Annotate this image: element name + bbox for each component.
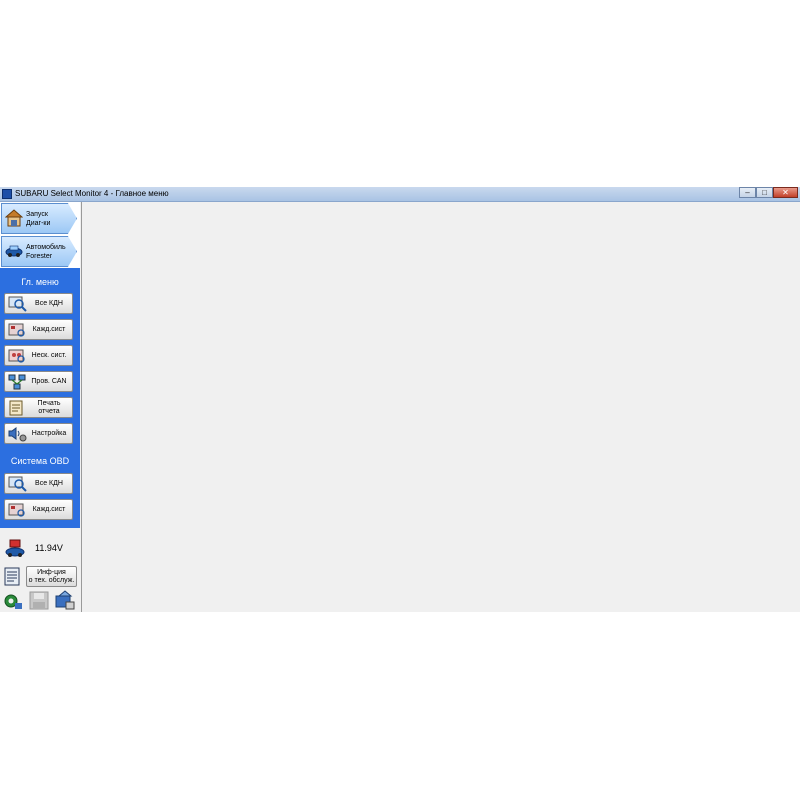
app-window: SUBARU Select Monitor 4 - Главное меню –… <box>0 187 800 612</box>
window-controls: – □ ✕ <box>739 187 798 199</box>
print-report-label: Печать отчета <box>37 399 61 415</box>
print-report-button[interactable]: Печать отчета <box>4 397 73 418</box>
maximize-button[interactable]: □ <box>756 187 773 198</box>
gear-tool-icon[interactable] <box>2 590 24 611</box>
sidebar-top-area: Запуск Диаг-ки Автомобиль Forester <box>0 202 80 268</box>
ecu-tool-icon[interactable] <box>54 590 76 611</box>
service-document-icon[interactable] <box>3 566 23 587</box>
dtc-search-icon <box>8 296 27 312</box>
car-battery-icon <box>5 539 25 557</box>
obd-each-system-label: Кажд.сист <box>32 505 66 513</box>
multi-system-label: Неск. сист. <box>31 351 67 359</box>
start-diagnostics-button[interactable]: Запуск Диаг-ки <box>1 203 77 234</box>
main-content-area <box>81 202 800 612</box>
each-system-label: Кажд.сист <box>32 325 66 333</box>
minimize-button[interactable]: – <box>739 187 756 198</box>
save-icon[interactable] <box>28 590 50 611</box>
multi-system-icon <box>8 349 25 363</box>
multi-system-button[interactable]: Неск. сист. <box>4 345 73 366</box>
sidebar: Запуск Диаг-ки Автомобиль Forester Гл. м… <box>0 202 80 612</box>
can-check-label: Пров. CAN <box>31 377 67 385</box>
obd-all-dtc-button[interactable]: Все КДН <box>4 473 73 494</box>
settings-icon <box>8 427 27 442</box>
vehicle-label: Автомобиль Forester <box>26 244 66 260</box>
dtc-search-icon <box>8 476 27 492</box>
vehicle-button[interactable]: Автомобиль Forester <box>1 236 77 267</box>
app-icon <box>2 189 12 199</box>
obd-each-system-button[interactable]: Кажд.сист <box>4 499 73 520</box>
car-key-icon <box>5 245 23 257</box>
service-info-button[interactable]: Инф-ция о тех. обслуж. <box>26 566 77 587</box>
main-menu-heading: Гл. меню <box>21 277 59 287</box>
settings-button[interactable]: Настройка <box>4 423 73 444</box>
close-button[interactable]: ✕ <box>773 187 798 198</box>
obd-all-dtc-label: Все КДН <box>35 479 63 487</box>
can-check-button[interactable]: Пров. CAN <box>4 371 73 392</box>
can-check-icon <box>8 374 26 390</box>
obd-system-heading: Система OBD <box>10 456 70 466</box>
status-area: 11.94V Инф-ция о тех. обслуж. <box>0 528 80 612</box>
each-system-icon <box>8 503 25 517</box>
each-system-button[interactable]: Кажд.сист <box>4 319 73 340</box>
all-dtc-button[interactable]: Все КДН <box>4 293 73 314</box>
start-diagnostics-label: Запуск Диаг-ки <box>26 211 51 227</box>
window-title: SUBARU Select Monitor 4 - Главное меню <box>15 189 169 198</box>
print-report-icon <box>9 400 23 416</box>
title-bar[interactable]: SUBARU Select Monitor 4 - Главное меню –… <box>0 187 800 202</box>
settings-label: Настройка <box>31 429 67 437</box>
garage-icon <box>5 209 23 227</box>
all-dtc-label: Все КДН <box>35 299 63 307</box>
voltage-readout: 11.94V <box>35 543 63 553</box>
each-system-icon <box>8 323 25 337</box>
